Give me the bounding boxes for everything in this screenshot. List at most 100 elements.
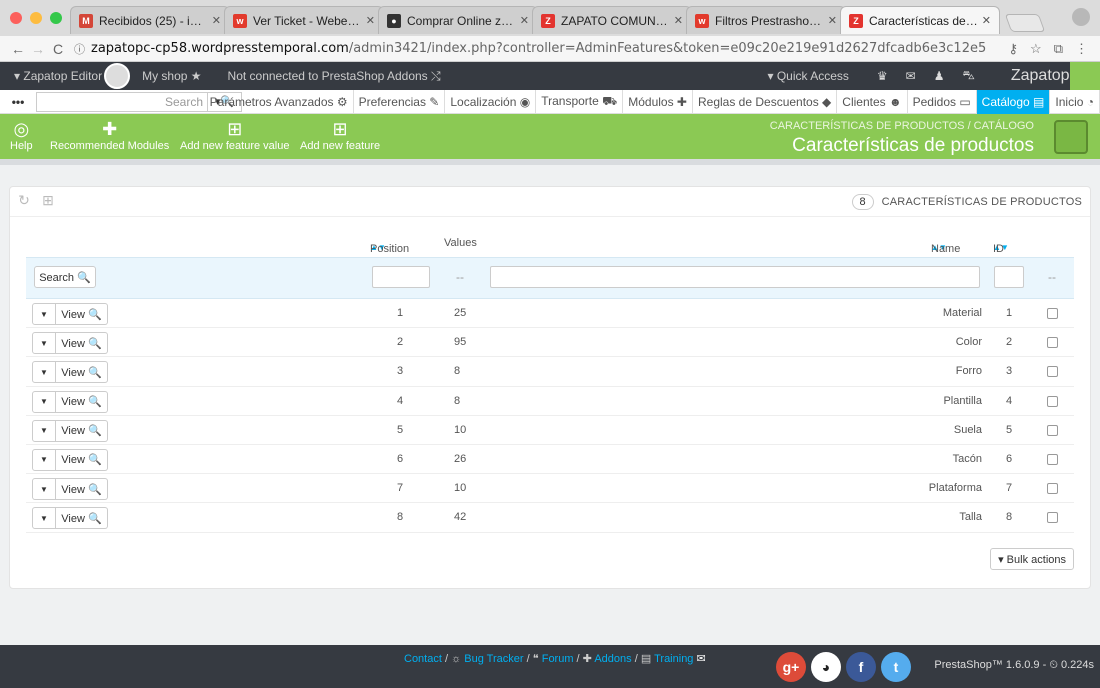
admin-search-input[interactable]: Search <box>36 91 208 112</box>
menu-tab[interactable]: Pedidos ▭ <box>908 90 977 114</box>
my-shop-link[interactable]: My shop ★ <box>142 69 201 83</box>
collapse-menu-icon[interactable]: ••• <box>0 95 36 109</box>
close-tab-icon[interactable]: ✕ <box>366 14 375 27</box>
row-dropdown-button[interactable]: ▼ <box>32 303 56 325</box>
quick-access-menu[interactable]: ▾ Quick Access <box>767 69 848 83</box>
row-dropdown-button[interactable]: ▼ <box>32 390 56 413</box>
menu-dots-icon[interactable]: ⋮ <box>1075 41 1088 57</box>
browser-tab[interactable]: w Filtros Prestrashop Dup ✕ <box>686 6 846 34</box>
help-button[interactable]: ◎ Help <box>10 118 33 152</box>
row-checkbox[interactable] <box>1047 453 1058 465</box>
refresh-icon[interactable]: ↻ <box>14 192 34 212</box>
menu-tab[interactable]: Localización ◉ <box>445 90 537 114</box>
view-button[interactable]: View 🔍 <box>56 419 108 442</box>
row-dropdown-button[interactable]: ▼ <box>32 419 56 442</box>
row-checkbox[interactable] <box>1047 337 1058 349</box>
row-checkbox[interactable] <box>1047 483 1058 495</box>
training-link[interactable]: Training <box>654 653 693 665</box>
menu-tab[interactable]: Clientes ☻ <box>837 90 908 114</box>
view-button[interactable]: View 🔍 <box>56 390 108 413</box>
maximize-window-icon[interactable] <box>50 12 62 24</box>
search-button[interactable]: Search 🔍 <box>34 266 96 288</box>
view-button[interactable]: View 🔍 <box>56 361 108 384</box>
row-actions: ▼ View 🔍 <box>32 448 108 471</box>
reload-icon[interactable]: C <box>48 41 68 57</box>
values-cell: 8 <box>454 365 461 378</box>
browser-tab[interactable]: w Ver Ticket - Webempre ✕ <box>224 6 384 34</box>
envelope-icon[interactable]: ✉ <box>697 653 706 665</box>
recommended-label: Recommended Modules <box>50 140 170 152</box>
row-checkbox[interactable] <box>1047 308 1058 319</box>
browser-tab[interactable]: Z ZAPATO COMUNIÓN - ✕ <box>532 6 692 34</box>
trophy-icon[interactable]: ♛ <box>877 69 888 83</box>
contact-link[interactable]: Contact <box>404 653 442 665</box>
close-tab-icon[interactable]: ✕ <box>212 14 221 27</box>
close-window-icon[interactable] <box>10 12 22 24</box>
extension-icon[interactable]: ⧉ <box>1054 41 1063 57</box>
new-tab-button[interactable] <box>1004 14 1046 32</box>
add-feature-button[interactable]: ⊞ Add new feature <box>300 118 380 152</box>
id-filter-input[interactable] <box>994 266 1024 288</box>
key-icon[interactable]: ⚷ <box>1009 41 1019 57</box>
recommended-modules-button[interactable]: ✚ Recommended Modules <box>50 118 169 152</box>
browser-tab[interactable]: Z Características de prod ✕ <box>840 6 1000 34</box>
view-button[interactable]: View 🔍 <box>56 303 108 325</box>
name-cell: Plantilla <box>943 394 982 407</box>
bug-tracker-link[interactable]: Bug Tracker <box>464 653 523 665</box>
view-button[interactable]: View 🔍 <box>56 448 108 471</box>
table-row: ▼ View 🔍 6 26 Tacón 6 <box>26 445 1074 475</box>
add-icon[interactable]: ⊞ <box>38 192 58 212</box>
row-dropdown-button[interactable]: ▼ <box>32 507 56 530</box>
minimize-window-icon[interactable] <box>30 12 42 24</box>
avatar[interactable] <box>104 63 131 89</box>
menu-tab[interactable]: Transporte ⛟ <box>536 90 624 114</box>
mail-icon[interactable]: ✉ <box>906 69 916 83</box>
user-icon[interactable]: ♟ <box>934 69 945 83</box>
facebook-icon[interactable]: f <box>846 652 876 682</box>
menu-tab[interactable]: Módulos ✚ <box>623 90 693 114</box>
values-cell: 42 <box>454 511 467 524</box>
row-checkbox[interactable] <box>1047 512 1058 524</box>
name-filter-input[interactable] <box>490 266 980 288</box>
menu-tab[interactable]: Inicio ◔ <box>1050 90 1100 114</box>
close-tab-icon[interactable]: ✕ <box>520 14 529 27</box>
menu-tab[interactable]: Parámetros Avanzados ⚙ <box>205 90 354 114</box>
row-dropdown-button[interactable]: ▼ <box>32 448 56 471</box>
position-filter-input[interactable] <box>372 266 430 288</box>
browser-tab[interactable]: M Recibidos (25) - info@z ✕ <box>70 6 230 34</box>
menu-tab[interactable]: Reglas de Descuentos ◆ <box>693 90 838 114</box>
row-dropdown-button[interactable]: ▼ <box>32 478 56 501</box>
twitter-icon[interactable]: t <box>881 652 911 682</box>
view-button[interactable]: View 🔍 <box>56 332 108 355</box>
github-icon[interactable]: ◕ <box>811 652 841 682</box>
forum-link[interactable]: Forum <box>542 653 574 665</box>
bookmark-star-icon[interactable]: ☆ <box>1030 41 1042 57</box>
view-button[interactable]: View 🔍 <box>56 478 108 501</box>
addons-link[interactable]: Addons <box>594 653 631 665</box>
close-tab-icon[interactable]: ✕ <box>674 14 683 27</box>
tab-title: Comprar Online zapato <box>407 13 516 28</box>
profile-icon[interactable] <box>1072 8 1090 26</box>
url-field[interactable]: ⓘ zapatopc-cp58.wordpresstemporal.com/ad… <box>68 38 1009 60</box>
row-checkbox[interactable] <box>1047 366 1058 378</box>
add-feature-value-button[interactable]: ⊞ Add new feature value <box>180 118 289 152</box>
addons-status[interactable]: Not connected to PrestaShop Addons ⤭ <box>228 69 441 84</box>
browser-tab[interactable]: ● Comprar Online zapato ✕ <box>378 6 538 34</box>
view-button[interactable]: View 🔍 <box>56 507 108 530</box>
row-dropdown-button[interactable]: ▼ <box>32 361 56 384</box>
values-cell: 25 <box>454 307 467 319</box>
google-plus-icon[interactable]: g+ <box>776 652 806 682</box>
bulk-actions-button[interactable]: ▾ Bulk actions <box>990 548 1074 570</box>
employee-menu[interactable]: ▾ Zapatop Editor <box>14 69 102 83</box>
cart-icon[interactable]: ⛍ <box>962 68 974 84</box>
menu-tab[interactable]: Preferencias ✎ <box>354 90 446 114</box>
back-icon[interactable]: ← <box>8 41 28 57</box>
close-tab-icon[interactable]: ✕ <box>828 14 837 27</box>
row-checkbox[interactable] <box>1047 395 1058 407</box>
shop-brand[interactable]: Zapatop. <box>1011 67 1074 85</box>
menu-tab[interactable]: Catálogo ▤ <box>976 90 1051 114</box>
row-dropdown-button[interactable]: ▼ <box>32 332 56 355</box>
row-checkbox[interactable] <box>1047 424 1058 436</box>
close-tab-icon[interactable]: ✕ <box>982 14 991 27</box>
forward-icon[interactable]: → <box>28 41 48 57</box>
